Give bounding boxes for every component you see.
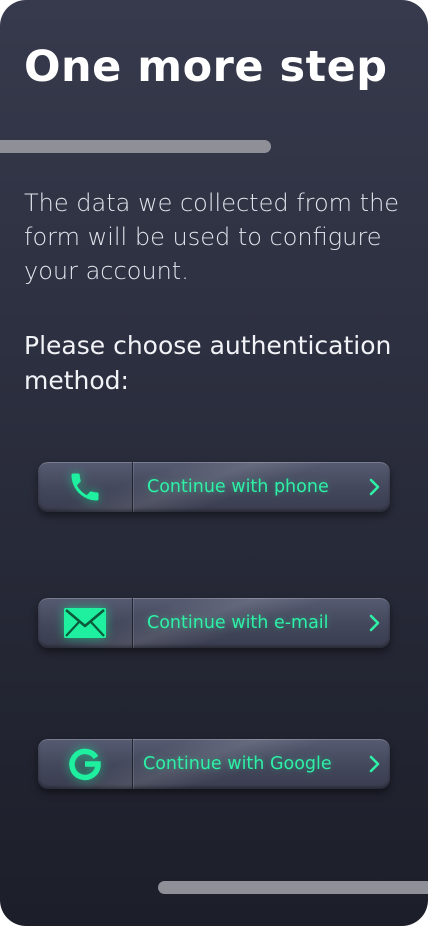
chevron-right-icon bbox=[360, 462, 390, 512]
progress-bar-top bbox=[0, 140, 271, 153]
envelope-icon bbox=[64, 608, 106, 638]
continue-with-google-label: Continue with Google bbox=[143, 754, 332, 774]
continue-with-phone-button[interactable]: Continue with phone bbox=[38, 462, 390, 512]
auth-prompt: Please choose authentication method: bbox=[24, 331, 392, 395]
continue-with-email-button[interactable]: Continue with e-mail bbox=[38, 598, 390, 648]
phone-icon bbox=[71, 473, 99, 501]
continue-with-email-label: Continue with e-mail bbox=[147, 613, 329, 633]
phone-icon-cell bbox=[38, 462, 133, 512]
chevron-right-icon bbox=[360, 739, 390, 789]
intro-text: The data we collected from the form will… bbox=[24, 189, 400, 285]
google-icon bbox=[69, 748, 101, 781]
google-icon-cell bbox=[38, 739, 133, 789]
continue-with-phone-label: Continue with phone bbox=[147, 477, 329, 497]
progress-bar-bottom bbox=[158, 881, 428, 894]
chevron-right-icon bbox=[360, 598, 390, 648]
onboarding-screen: One more step The data we collected from… bbox=[0, 0, 428, 926]
continue-with-google-button[interactable]: Continue with Google bbox=[38, 739, 390, 789]
envelope-icon-cell bbox=[38, 598, 133, 648]
page-title: One more step bbox=[24, 42, 388, 92]
